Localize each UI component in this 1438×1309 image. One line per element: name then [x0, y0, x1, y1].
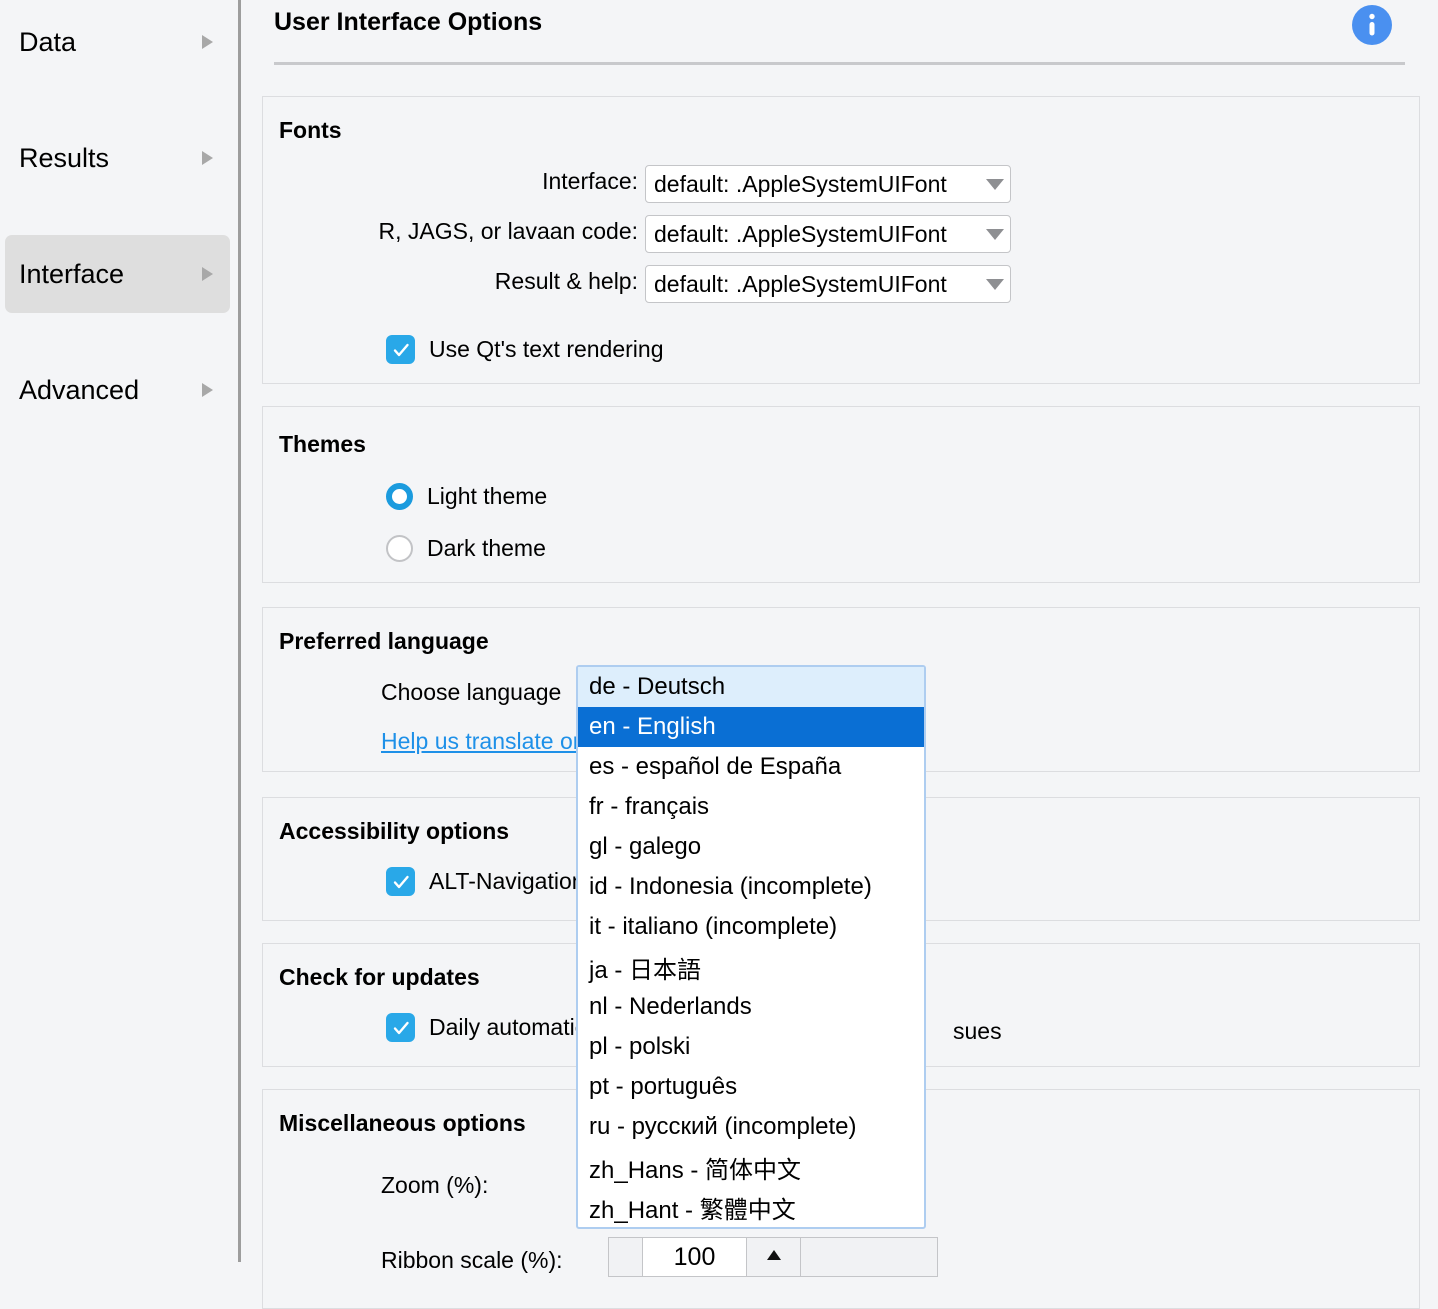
daily-updates-checkbox[interactable] [386, 1013, 415, 1042]
chevron-right-icon [202, 383, 213, 397]
language-option[interactable]: de - Deutsch [578, 667, 924, 707]
updates-group-title: Check for updates [279, 964, 480, 990]
language-group-title: Preferred language [279, 628, 489, 654]
spinner-right-pad [801, 1238, 881, 1276]
language-option[interactable]: ja - 日本語 [578, 947, 924, 987]
misc-group-title: Miscellaneous options [279, 1110, 526, 1136]
sidebar-item-label: Interface [19, 258, 125, 289]
sidebar: Data Results Interface Advanced [0, 0, 236, 1262]
fonts-group: Fonts Interface: default: .AppleSystemUI… [262, 96, 1420, 384]
dark-theme-radio-row[interactable]: Dark theme [386, 535, 546, 562]
page-title: User Interface Options [274, 8, 543, 36]
result-font-label: Result & help: [494, 268, 638, 294]
daily-updates-checkbox-row[interactable]: Daily automatic [386, 1013, 586, 1042]
dark-theme-label: Dark theme [427, 535, 546, 561]
language-option[interactable]: fr - français [578, 787, 924, 827]
chevron-down-icon [986, 228, 1004, 240]
language-option[interactable]: gl - galego [578, 827, 924, 867]
light-theme-radio-row[interactable]: Light theme [386, 483, 547, 510]
language-option[interactable]: ru - русский (incomplete) [578, 1107, 924, 1147]
sidebar-item-label: Advanced [19, 374, 140, 405]
ribbon-scale-spinner[interactable]: 100 [608, 1237, 938, 1277]
language-option[interactable]: zh_Hant - 繁體中文 [578, 1187, 924, 1227]
spinner-up-button[interactable] [747, 1238, 801, 1276]
info-icon[interactable] [1352, 5, 1392, 45]
light-theme-label: Light theme [427, 483, 548, 509]
language-option[interactable]: es - español de España [578, 747, 924, 787]
zoom-label: Zoom (%): [381, 1172, 489, 1198]
sidebar-item-interface[interactable]: Interface [5, 235, 230, 313]
language-option[interactable]: pl - polski [578, 1027, 924, 1067]
alt-navigation-checkbox[interactable] [386, 867, 415, 896]
choose-language-label: Choose language [381, 679, 562, 705]
code-font-select[interactable]: default: .AppleSystemUIFont [645, 215, 1011, 253]
alt-navigation-label: ALT-Navigation [429, 868, 585, 894]
language-option[interactable]: pt - português [578, 1067, 924, 1107]
qt-rendering-checkbox-row[interactable]: Use Qt's text rendering [386, 335, 664, 364]
language-dropdown-popup[interactable]: de - Deutsch en - English es - español d… [576, 665, 926, 1229]
code-font-label: R, JAGS, or lavaan code: [378, 218, 638, 244]
caret-up-icon [766, 1250, 781, 1260]
themes-group-title: Themes [279, 431, 366, 457]
language-option[interactable]: zh_Hans - 简体中文 [578, 1147, 924, 1187]
chevron-right-icon [202, 151, 213, 165]
language-option[interactable]: it - italiano (incomplete) [578, 907, 924, 947]
result-font-value: default: .AppleSystemUIFont [654, 270, 947, 297]
code-font-value: default: .AppleSystemUIFont [654, 220, 947, 247]
title-divider [274, 62, 1405, 65]
sidebar-item-results[interactable]: Results [5, 119, 230, 197]
qt-rendering-label: Use Qt's text rendering [429, 336, 664, 362]
interface-font-label: Interface: [542, 168, 638, 194]
themes-group: Themes Light theme Dark theme [262, 406, 1420, 583]
spinner-left-pad [609, 1238, 643, 1276]
chevron-right-icon [202, 35, 213, 49]
fonts-group-title: Fonts [279, 117, 342, 143]
chevron-right-icon [202, 267, 213, 281]
dark-theme-radio[interactable] [386, 535, 413, 562]
sidebar-item-label: Data [19, 26, 77, 57]
interface-font-select[interactable]: default: .AppleSystemUIFont [645, 165, 1011, 203]
interface-font-value: default: .AppleSystemUIFont [654, 170, 947, 197]
language-option[interactable]: en - English [578, 707, 924, 747]
language-option[interactable]: id - Indonesia (incomplete) [578, 867, 924, 907]
sidebar-item-advanced[interactable]: Advanced [5, 351, 230, 429]
alt-navigation-checkbox-row[interactable]: ALT-Navigation [386, 867, 585, 896]
language-option[interactable]: nl - Nederlands [578, 987, 924, 1027]
ribbon-scale-label: Ribbon scale (%): [381, 1247, 563, 1273]
accessibility-group-title: Accessibility options [279, 818, 510, 844]
daily-updates-label: Daily automatic [429, 1014, 587, 1040]
chevron-down-icon [986, 178, 1004, 190]
sidebar-item-data[interactable]: Data [5, 3, 230, 81]
daily-updates-label-tail: sues [953, 1018, 1002, 1044]
ribbon-scale-value[interactable]: 100 [643, 1238, 747, 1276]
light-theme-radio[interactable] [386, 483, 413, 510]
chevron-down-icon [986, 278, 1004, 290]
qt-rendering-checkbox[interactable] [386, 335, 415, 364]
sidebar-item-label: Results [19, 142, 110, 173]
result-font-select[interactable]: default: .AppleSystemUIFont [645, 265, 1011, 303]
